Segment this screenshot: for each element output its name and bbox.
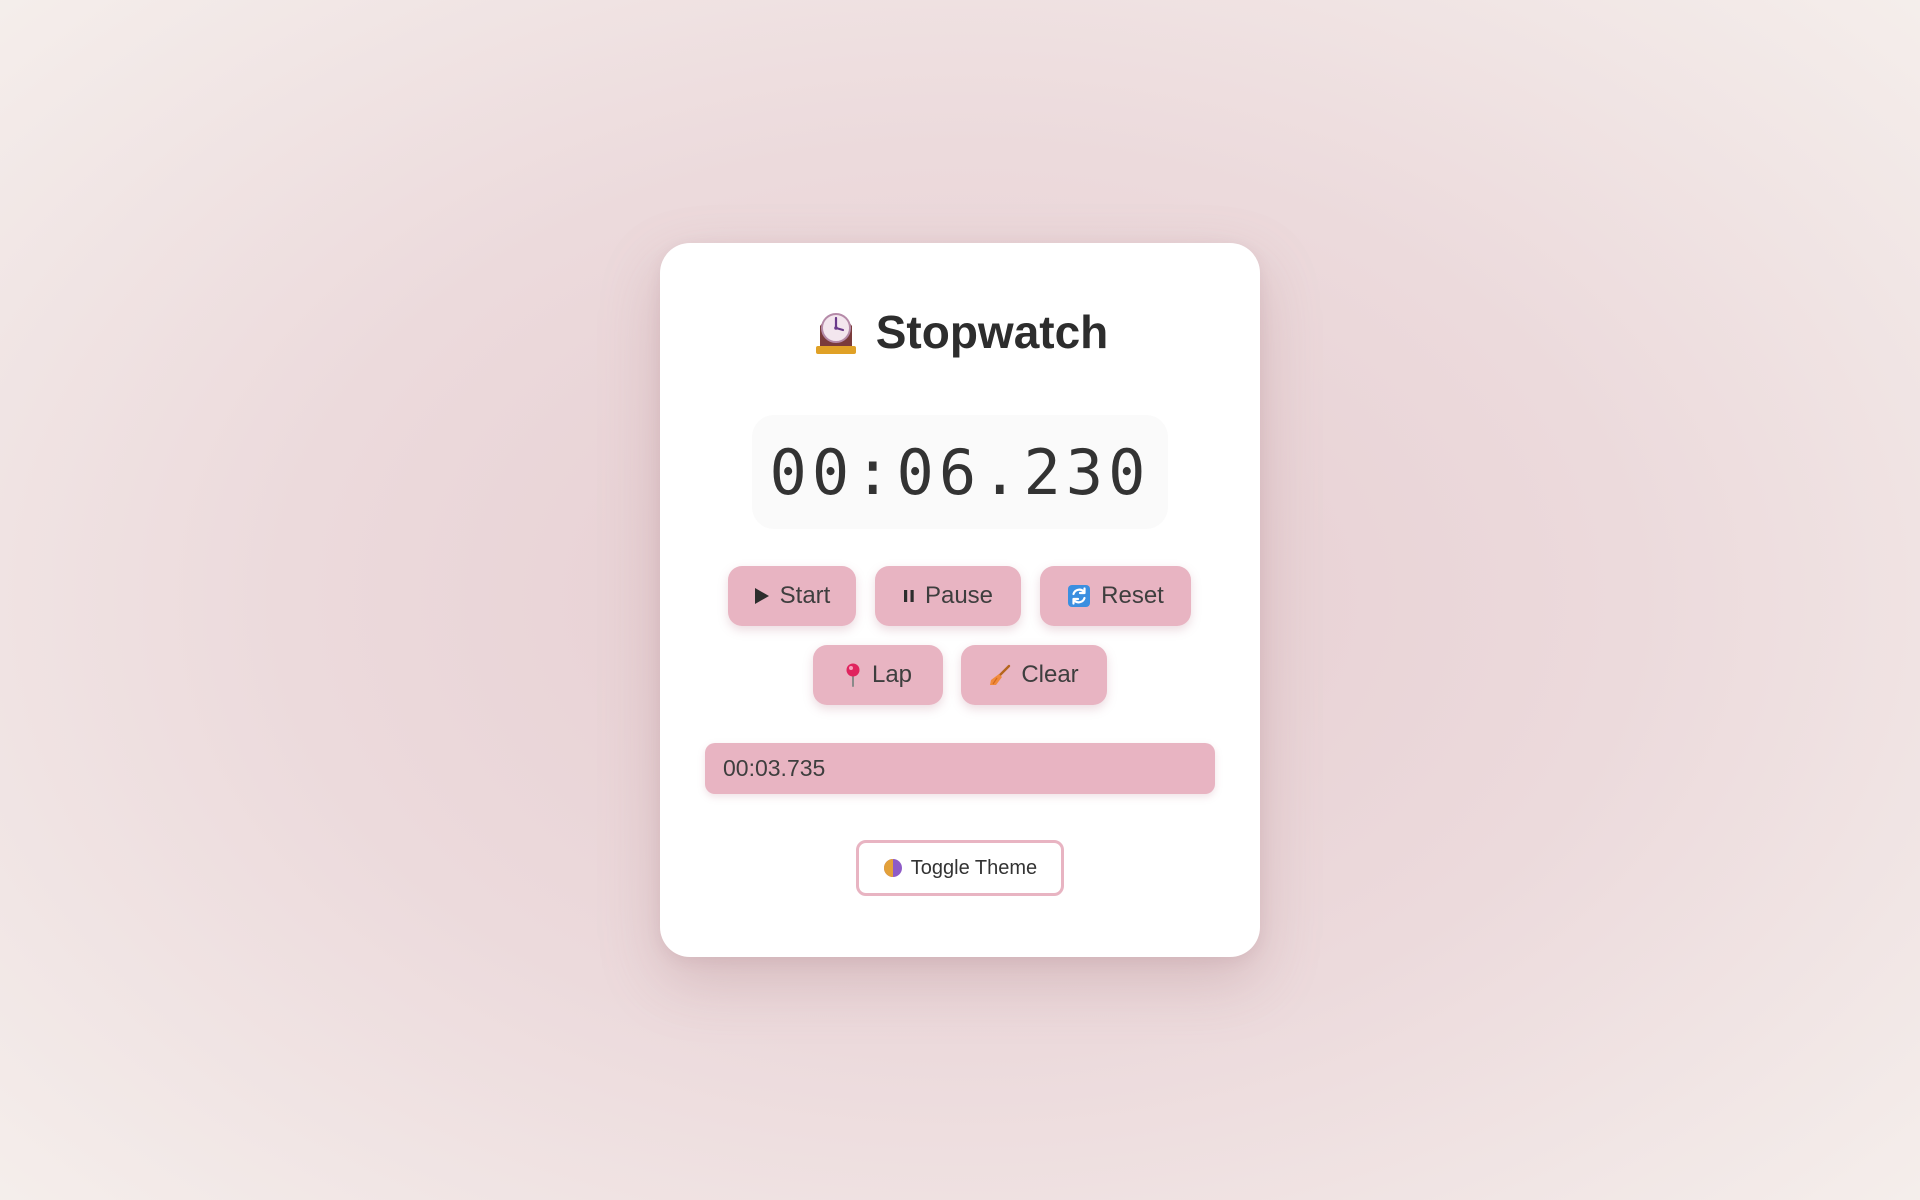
- start-label: Start: [779, 582, 831, 609]
- pushpin-icon: [844, 663, 862, 687]
- broom-icon: [989, 664, 1011, 686]
- play-icon: [754, 587, 770, 605]
- pause-button[interactable]: Pause: [875, 566, 1021, 626]
- pause-label: Pause: [924, 582, 994, 609]
- toggle-theme-label: Toggle Theme: [910, 856, 1038, 879]
- refresh-arrows-icon: [1067, 584, 1091, 608]
- half-moon-circle-icon: [883, 858, 903, 878]
- mantelpiece-clock-icon: [812, 306, 860, 356]
- lap-button[interactable]: Lap: [813, 645, 943, 705]
- lap-list-item: 00:03.735: [705, 743, 1215, 794]
- title-text: Stopwatch: [875, 306, 1109, 358]
- toggle-theme-button[interactable]: Toggle Theme: [856, 840, 1064, 896]
- elapsed-time: 00:06.230: [769, 435, 1151, 509]
- reset-label: Reset: [1101, 582, 1164, 609]
- time-display: 00:06.230: [752, 415, 1168, 529]
- clear-label: Clear: [1021, 661, 1079, 688]
- page-title: Stopwatch: [660, 305, 1260, 359]
- start-button[interactable]: Start: [728, 566, 856, 626]
- clear-button[interactable]: Clear: [961, 645, 1107, 705]
- lap-time: 00:03.735: [723, 755, 826, 781]
- lap-label: Lap: [871, 661, 913, 688]
- stopwatch-card: Stopwatch 00:06.230 Start Pause Reset La…: [660, 243, 1260, 957]
- reset-button[interactable]: Reset: [1040, 566, 1191, 626]
- pause-icon: [903, 589, 915, 603]
